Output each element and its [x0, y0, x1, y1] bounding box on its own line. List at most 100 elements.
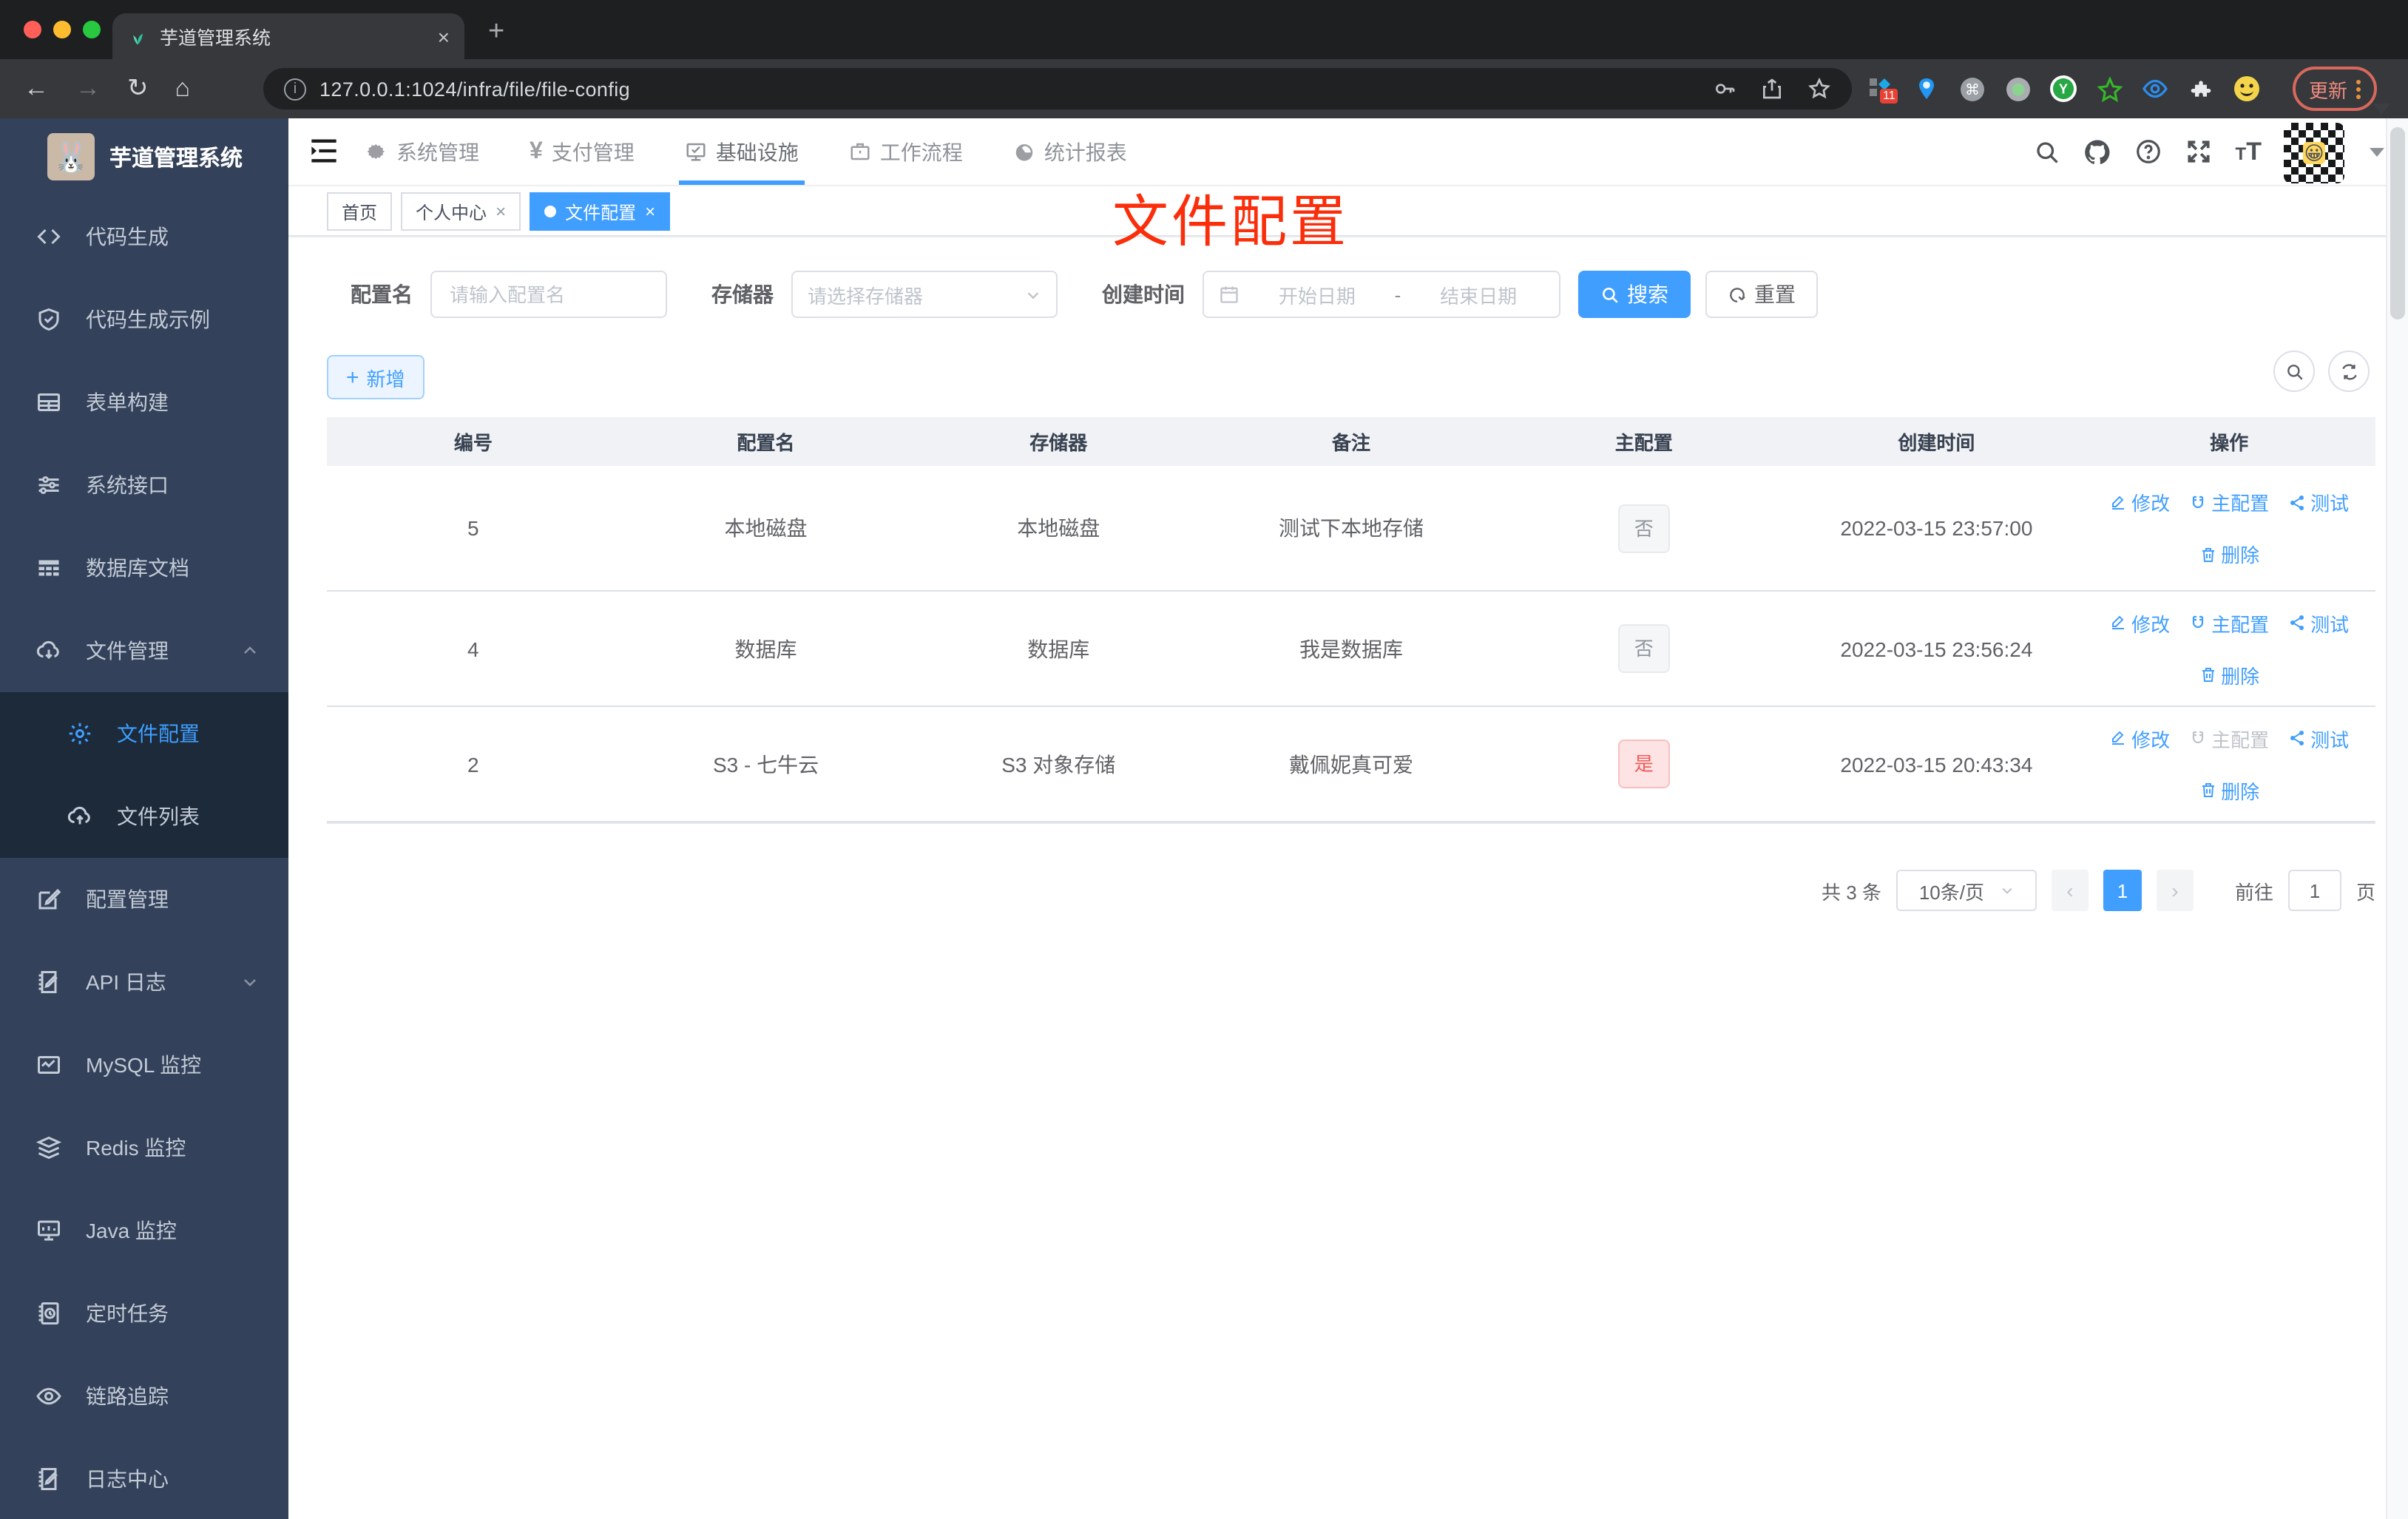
test-action[interactable]: 测试 — [2288, 724, 2349, 752]
extension-star-icon[interactable] — [2096, 75, 2123, 102]
app-header: 系统管理 ¥ 支付管理 基础设施 工作流程 统计报表 TT 😀 — [288, 118, 2408, 185]
sidebar-item-file-management[interactable]: 文件管理 — [0, 609, 288, 692]
home-icon[interactable]: ⌂ — [175, 74, 191, 104]
tag-profile[interactable]: 个人中心 × — [401, 192, 521, 231]
add-button[interactable]: + 新增 — [327, 355, 425, 399]
tag-close-icon[interactable]: × — [496, 201, 506, 222]
extension-y-icon[interactable]: Y — [2050, 75, 2077, 102]
extension-dot-icon[interactable] — [2004, 75, 2031, 102]
master-action[interactable]: 主配置 — [2189, 488, 2269, 516]
sidebar-item-code-example[interactable]: 代码生成示例 — [0, 278, 288, 361]
table-refresh-button[interactable] — [2328, 351, 2370, 392]
goto-page-input[interactable] — [2287, 870, 2341, 911]
form-icon — [38, 393, 60, 411]
sidebar-item-db-doc[interactable]: 数据库文档 — [0, 527, 288, 609]
page-size-select[interactable]: 10条/页 — [1895, 870, 2037, 911]
tag-home[interactable]: 首页 — [327, 192, 393, 231]
sidebar-item-system-api[interactable]: 系统接口 — [0, 444, 288, 527]
reset-button[interactable]: 重置 — [1705, 271, 1818, 318]
edit-action[interactable]: 修改 — [2109, 488, 2170, 516]
search-button[interactable]: 搜索 — [1578, 271, 1691, 318]
site-info-icon[interactable]: i — [284, 78, 306, 100]
browser-tabstrip: 芋道管理系统 × + — [0, 0, 2408, 59]
sidebar-item-file-config[interactable]: 文件配置 — [0, 692, 288, 775]
sidebar-item-redis-monitor[interactable]: Redis 监控 — [0, 1106, 288, 1189]
reload-icon[interactable]: ↻ — [127, 74, 149, 104]
help-icon[interactable] — [2135, 138, 2163, 166]
forward-icon[interactable]: → — [75, 74, 101, 104]
cell-remark: 测试下本地存储 — [1278, 516, 1424, 540]
sidebar-item-mysql-monitor[interactable]: MySQL 监控 — [0, 1024, 288, 1106]
prev-page-button[interactable]: ‹ — [2051, 870, 2089, 911]
extension-command-icon[interactable]: ⌘ — [1958, 75, 1985, 102]
sidebar-item-form-builder[interactable]: 表单构建 — [0, 361, 288, 444]
font-size-icon[interactable]: TT — [2236, 137, 2262, 166]
config-name-input[interactable] — [430, 271, 667, 318]
sidebar-item-label: Redis 监控 — [86, 1136, 186, 1160]
tag-file-config[interactable]: 文件配置 × — [530, 192, 671, 231]
sidebar-item-trace[interactable]: 链路追踪 — [0, 1355, 288, 1438]
end-date-placeholder[interactable]: 结束日期 — [1413, 280, 1544, 308]
new-tab-button[interactable]: + — [488, 18, 504, 46]
share-nodes-icon — [2290, 731, 2304, 745]
close-window-button[interactable] — [24, 21, 41, 38]
extension-balloon-icon[interactable] — [1912, 75, 1939, 102]
nav-item-workflow[interactable]: 工作流程 — [849, 118, 963, 185]
share-icon[interactable] — [1760, 77, 1784, 101]
github-icon[interactable] — [2083, 137, 2113, 166]
nav-item-system[interactable]: 系统管理 — [365, 118, 479, 185]
extension-emoji-icon[interactable] — [2233, 75, 2260, 102]
table-search-toggle-button[interactable] — [2273, 351, 2315, 392]
current-page-button[interactable]: 1 — [2103, 870, 2142, 911]
sidebar-collapse-icon[interactable] — [309, 138, 339, 164]
nav-item-report[interactable]: 统计报表 — [1013, 118, 1127, 185]
test-action[interactable]: 测试 — [2288, 488, 2349, 516]
sidebar-item-java-monitor[interactable]: Java 监控 — [0, 1189, 288, 1272]
nav-item-payment[interactable]: ¥ 支付管理 — [530, 118, 635, 185]
scrollbar-thumb[interactable] — [2390, 127, 2405, 319]
col-header-remark: 备注 — [1331, 432, 1370, 454]
browser-menu-icon[interactable] — [2356, 79, 2361, 98]
extension-puzzle-icon[interactable] — [2188, 75, 2214, 102]
sidebar-item-log-center[interactable]: 日志中心 — [0, 1438, 288, 1519]
bookmark-star-icon[interactable] — [1807, 77, 1831, 101]
password-key-icon[interactable] — [1713, 77, 1736, 101]
zoom-window-button[interactable] — [83, 21, 101, 38]
browser-tab[interactable]: 芋道管理系统 × — [112, 13, 464, 59]
fullscreen-icon[interactable] — [2185, 138, 2213, 166]
date-range-picker[interactable]: 开始日期 - 结束日期 — [1203, 271, 1560, 318]
nav-item-infrastructure[interactable]: 基础设施 — [678, 118, 805, 185]
sidebar-item-config-management[interactable]: 配置管理 — [0, 858, 288, 941]
delete-action[interactable]: 删除 — [2199, 540, 2259, 568]
edit-action[interactable]: 修改 — [2109, 609, 2170, 637]
sidebar-item-code-generation[interactable]: 代码生成 — [0, 195, 288, 278]
start-date-placeholder[interactable]: 开始日期 — [1251, 280, 1383, 308]
tab-close-icon[interactable]: × — [438, 24, 450, 48]
minimize-window-button[interactable] — [53, 21, 71, 38]
delete-action[interactable]: 删除 — [2199, 776, 2259, 804]
search-icon[interactable] — [2035, 138, 2061, 165]
extension-grid-icon[interactable]: 11 — [1867, 75, 1898, 104]
next-page-button[interactable]: › — [2156, 870, 2194, 911]
window-controls[interactable] — [24, 21, 101, 38]
user-avatar[interactable]: 😀 — [2284, 123, 2344, 183]
storage-select[interactable]: 请选择存储器 — [791, 271, 1058, 318]
browser-scrollbar[interactable] — [2386, 118, 2408, 1519]
browser-update-button[interactable]: 更新 — [2293, 67, 2378, 111]
url-text[interactable]: 127.0.0.1:1024/infra/file/file-config — [319, 78, 1700, 100]
test-action[interactable]: 测试 — [2288, 609, 2349, 637]
sidebar-item-file-list[interactable]: 文件列表 — [0, 775, 288, 858]
col-header-actions: 操作 — [2210, 432, 2249, 454]
tag-close-icon[interactable]: × — [645, 201, 655, 222]
sidebar-item-scheduled-jobs[interactable]: 定时任务 — [0, 1272, 288, 1355]
sidebar-item-api-log[interactable]: API 日志 — [0, 941, 288, 1024]
extension-eye-icon[interactable] — [2142, 75, 2168, 102]
master-action[interactable]: 主配置 — [2189, 609, 2269, 637]
address-bar[interactable]: i 127.0.0.1:1024/infra/file/file-config — [263, 68, 1852, 109]
sidebar-logo[interactable]: 🐰 芋道管理系统 — [0, 118, 288, 195]
delete-action[interactable]: 删除 — [2199, 660, 2259, 689]
briefcase-icon — [850, 143, 870, 160]
edit-action[interactable]: 修改 — [2109, 724, 2170, 752]
back-icon[interactable]: ← — [24, 74, 49, 104]
avatar-caret-icon[interactable] — [2370, 147, 2384, 156]
